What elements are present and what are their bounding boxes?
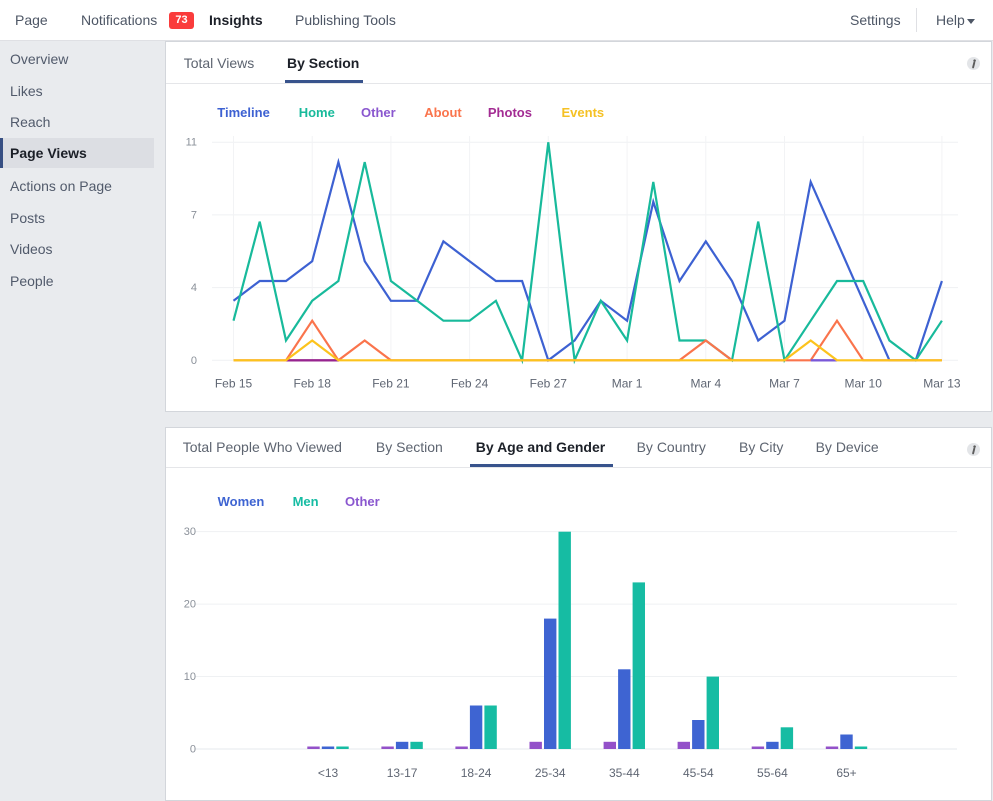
svg-text:18-24: 18-24 — [461, 766, 492, 780]
svg-text:45-54: 45-54 — [683, 766, 714, 780]
svg-text:11: 11 — [186, 137, 197, 149]
svg-text:Feb 27: Feb 27 — [530, 377, 568, 391]
svg-text:Feb 21: Feb 21 — [372, 377, 410, 391]
svg-text:<13: <13 — [318, 766, 339, 780]
svg-text:Feb 18: Feb 18 — [294, 377, 332, 391]
svg-text:55-64: 55-64 — [757, 766, 788, 780]
svg-text:Mar 10: Mar 10 — [845, 377, 883, 391]
svg-text:13-17: 13-17 — [387, 766, 418, 780]
svg-text:Mar 13: Mar 13 — [923, 377, 961, 391]
svg-text:30: 30 — [184, 526, 196, 538]
svg-text:25-34: 25-34 — [535, 766, 566, 780]
svg-text:0: 0 — [191, 355, 197, 367]
svg-text:35-44: 35-44 — [609, 766, 640, 780]
svg-text:20: 20 — [184, 599, 196, 611]
svg-text:7: 7 — [191, 209, 197, 221]
svg-text:0: 0 — [190, 744, 196, 756]
svg-text:Mar 4: Mar 4 — [690, 377, 721, 391]
svg-text:Feb 15: Feb 15 — [215, 377, 253, 391]
svg-text:Mar 1: Mar 1 — [612, 377, 643, 391]
svg-text:65+: 65+ — [836, 766, 856, 780]
svg-text:4: 4 — [191, 282, 197, 294]
svg-text:Feb 24: Feb 24 — [451, 377, 489, 391]
svg-text:Mar 7: Mar 7 — [769, 377, 800, 391]
svg-text:10: 10 — [184, 671, 196, 683]
